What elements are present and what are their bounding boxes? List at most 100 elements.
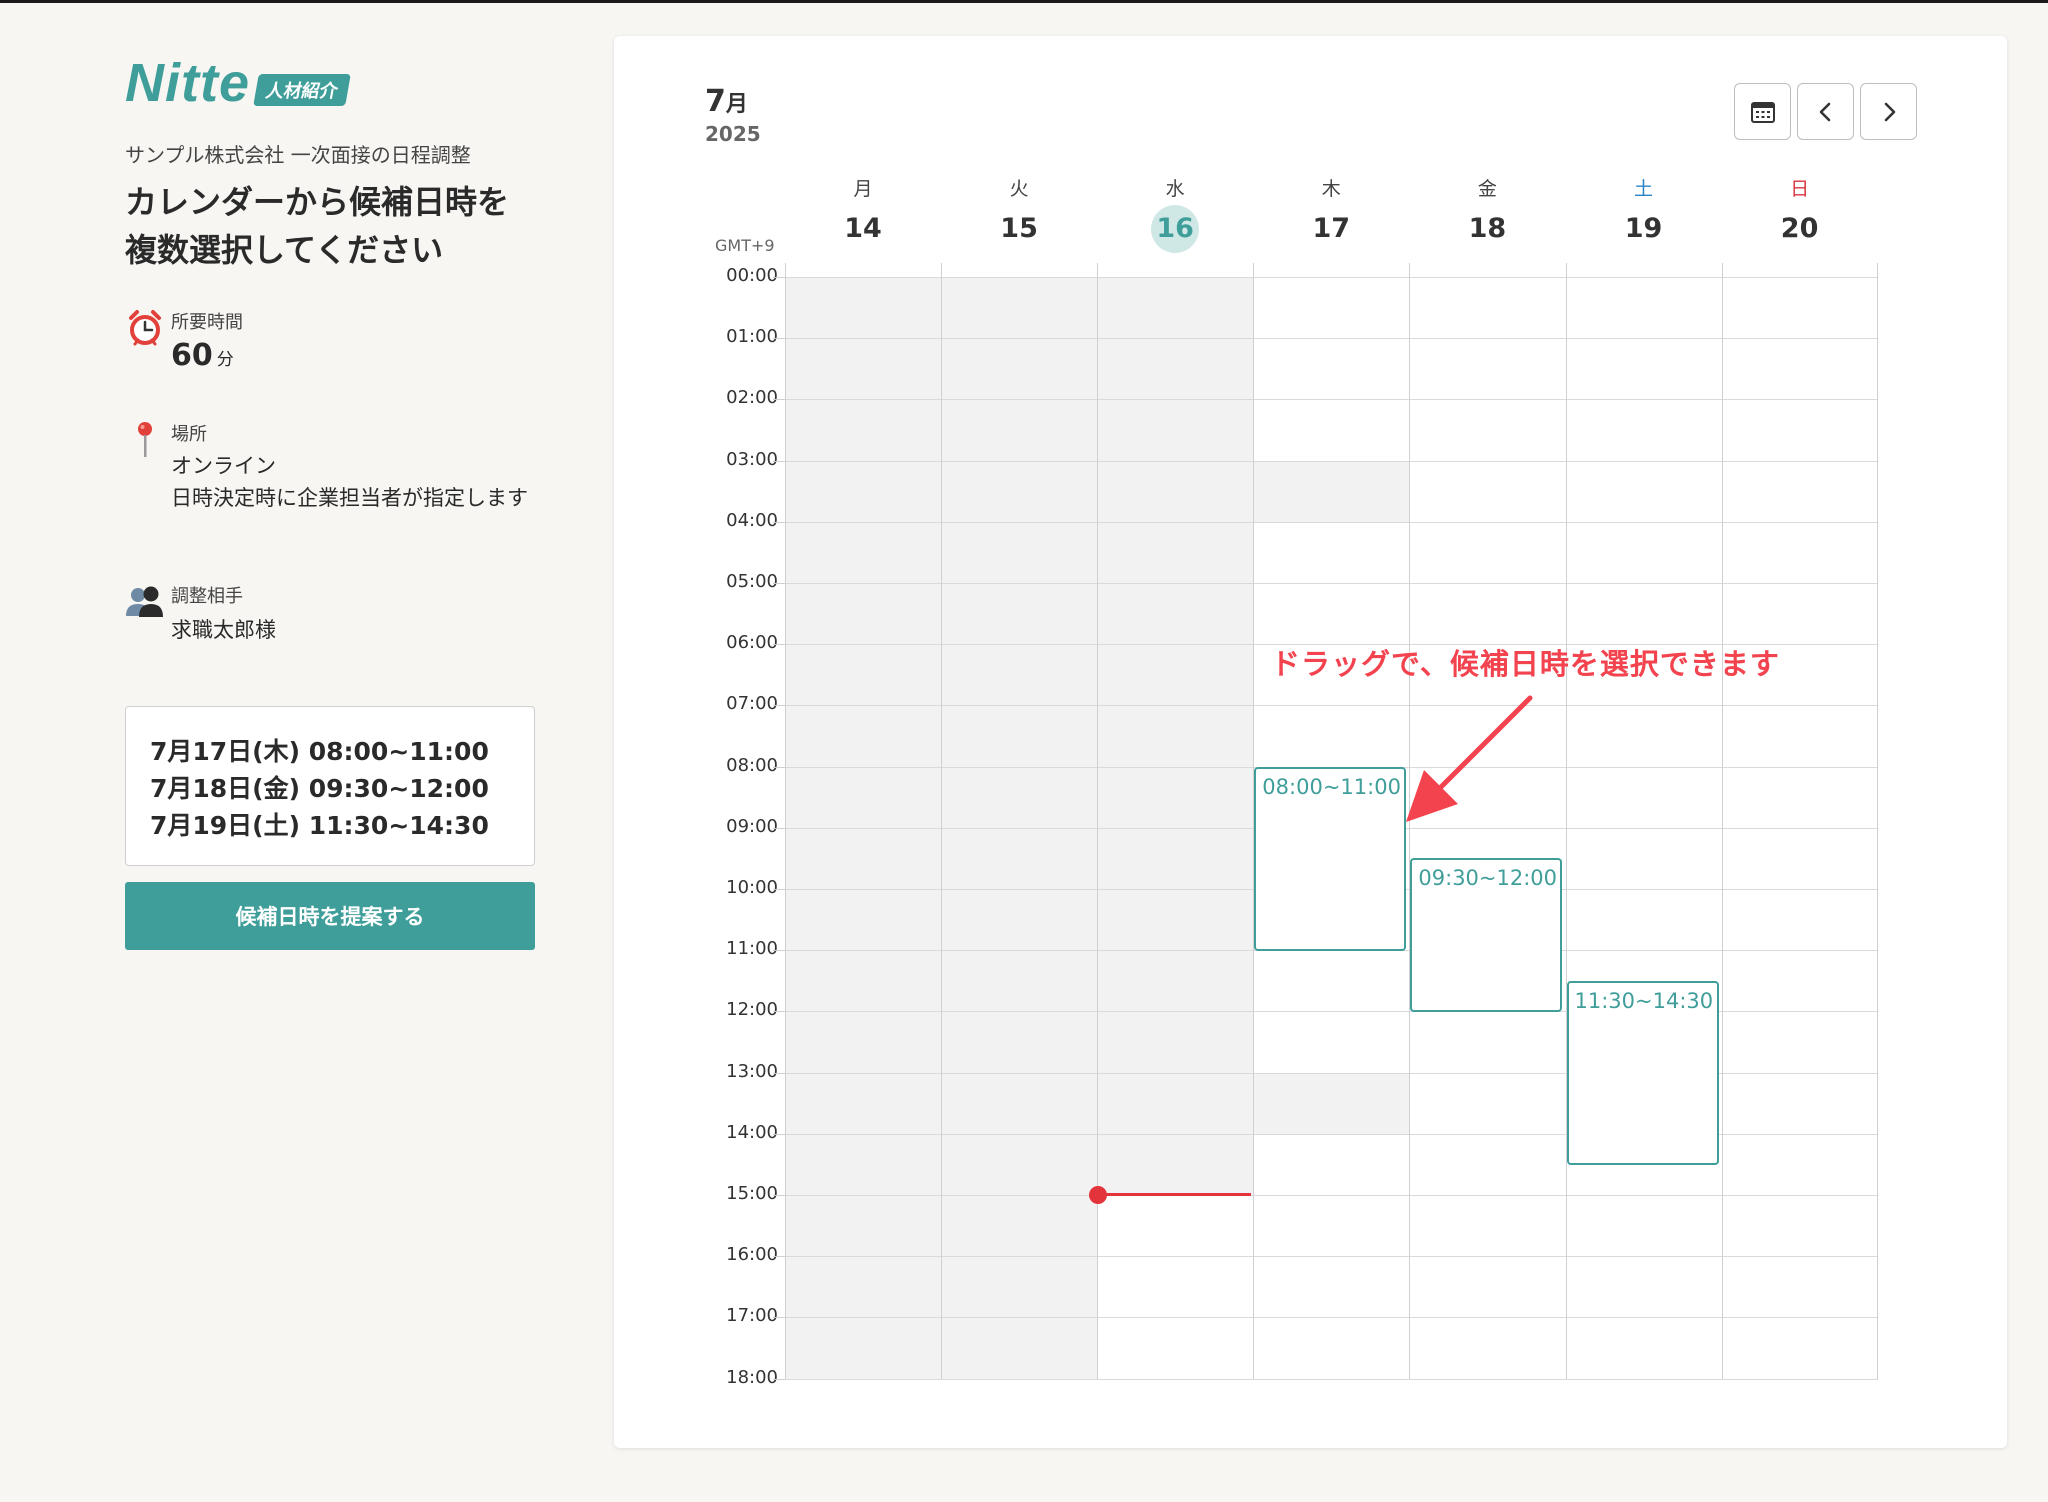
hour-tick xyxy=(773,1072,785,1074)
hour-gridline xyxy=(785,521,1878,523)
hour-tick xyxy=(773,950,785,952)
day-of-week-label: 日 xyxy=(1790,178,1810,200)
hour-label: 02:00 xyxy=(726,387,778,409)
duration-unit: 分 xyxy=(216,350,234,370)
hour-label: 09:00 xyxy=(726,815,778,837)
chevron-right-icon xyxy=(1884,102,1895,121)
window-top-edge xyxy=(0,0,2048,3)
location-type: オンライン xyxy=(171,454,276,478)
selected-time-slot[interactable]: 11:30~14:30 xyxy=(1566,980,1719,1166)
unavailable-block xyxy=(1097,277,1254,1195)
day-header-18: 金 18 xyxy=(1409,174,1565,253)
hour-label: 06:00 xyxy=(726,632,778,654)
page-title: カレンダーから候補日時を 複数選択してください xyxy=(125,178,535,274)
day-header-20: 日 20 xyxy=(1722,174,1878,253)
day-header-14: 月 14 xyxy=(785,174,941,253)
page-title-line-2: 複数選択してください xyxy=(125,231,444,269)
date-number[interactable]: 19 xyxy=(1620,205,1668,253)
hour-gridline xyxy=(785,277,1878,278)
day-gridline xyxy=(1097,263,1099,1379)
hour-label: 00:00 xyxy=(726,265,778,286)
selected-time-slot[interactable]: 09:30~12:00 xyxy=(1410,858,1563,1013)
hour-gridline xyxy=(785,1378,1878,1380)
duration-value: 60 分 xyxy=(171,340,234,376)
day-of-week-label: 月 xyxy=(853,178,873,200)
date-number[interactable]: 15 xyxy=(995,205,1043,253)
hour-label: 15:00 xyxy=(726,1183,778,1204)
hour-gridline xyxy=(785,338,1878,340)
day-gridline xyxy=(941,263,943,1379)
year-label: 2025 xyxy=(705,122,761,146)
hour-gridline xyxy=(785,1317,1878,1319)
unavailable-block xyxy=(1253,460,1410,522)
month-unit: 月 xyxy=(725,92,748,117)
hour-label: 10:00 xyxy=(726,877,778,898)
hour-label: 08:00 xyxy=(726,754,778,776)
day-of-week-label: 水 xyxy=(1165,178,1185,200)
hour-tick xyxy=(773,1195,785,1196)
hour-tick xyxy=(773,827,785,829)
hour-label: 04:00 xyxy=(726,509,778,531)
hour-gridline xyxy=(785,1256,1878,1258)
week-time-grid[interactable]: 08:00~11:00 09:30~12:00 11:30~14:30 xyxy=(773,263,1878,1380)
today-date-number[interactable]: 16 xyxy=(1151,205,1200,253)
timezone-label: GMT+9 xyxy=(715,236,775,255)
hour-tick xyxy=(773,338,785,340)
hour-gridline xyxy=(785,705,1878,707)
hour-label: 07:00 xyxy=(726,693,778,715)
hour-tick xyxy=(773,766,785,768)
hour-label: 03:00 xyxy=(726,448,778,470)
unavailable-block xyxy=(1253,1072,1410,1134)
day-gridline xyxy=(1877,263,1878,1379)
selected-time-slot[interactable]: 08:00~11:00 xyxy=(1254,766,1407,952)
current-time-dot xyxy=(1089,1186,1108,1204)
location-value: オンライン 日時決定時に企業担当者が指定します xyxy=(171,450,541,514)
drag-hint-annotation: ドラッグで、候補日時を選択できます xyxy=(1271,647,1780,681)
location-label: 場所 xyxy=(171,424,207,445)
day-of-week-label: 火 xyxy=(1009,178,1029,200)
day-gridline xyxy=(1565,263,1567,1379)
page-title-line-1: カレンダーから候補日時を xyxy=(125,183,510,221)
hour-gridline xyxy=(785,1195,1878,1196)
hour-tick xyxy=(773,1011,785,1013)
hour-tick xyxy=(773,705,785,707)
chevron-left-icon xyxy=(1819,102,1830,121)
hour-tick xyxy=(773,1378,785,1380)
hour-label: 17:00 xyxy=(726,1305,778,1327)
partner-value: 求職太郎様 xyxy=(171,618,276,642)
current-time-line xyxy=(1101,1193,1252,1196)
hour-tick xyxy=(773,521,785,523)
calendar-picker-button[interactable] xyxy=(1734,83,1791,140)
day-of-week-label: 土 xyxy=(1633,178,1653,200)
map-pin-icon xyxy=(138,422,152,457)
hour-tick xyxy=(773,1133,785,1135)
next-week-button[interactable] xyxy=(1860,83,1917,140)
hour-label: 13:00 xyxy=(726,1060,778,1082)
hour-tick xyxy=(773,399,785,401)
day-header-16: 水 16 xyxy=(1097,174,1253,253)
selected-slots-box: 7月17日(木) 08:00~11:00 7月18日(金) 09:30~12:0… xyxy=(125,706,535,866)
location-note: 日時決定時に企業担当者が指定します xyxy=(171,486,528,510)
date-number[interactable]: 20 xyxy=(1776,205,1824,253)
calendar-card: 7月 2025 月 14 火 15 水 16 木 17 金 18 土 19 日 20 GMT+9 00:0… xyxy=(614,36,2007,1448)
hour-tick xyxy=(773,644,785,646)
selected-slot: 7月19日(土) 11:30~14:30 xyxy=(150,811,489,840)
hour-label: 12:00 xyxy=(726,999,778,1021)
hour-tick xyxy=(773,277,785,278)
hour-tick xyxy=(773,1256,785,1258)
hour-label: 11:00 xyxy=(726,938,778,960)
hour-tick xyxy=(773,583,785,584)
day-header-19: 土 19 xyxy=(1566,174,1722,253)
day-gridline xyxy=(785,263,786,1379)
hour-gridline xyxy=(785,460,1878,462)
date-number[interactable]: 14 xyxy=(839,205,887,253)
duration-label: 所要時間 xyxy=(171,312,243,333)
day-gridline xyxy=(1721,263,1723,1379)
date-number[interactable]: 18 xyxy=(1463,205,1511,253)
month-label: 7月 xyxy=(705,84,748,119)
previous-week-button[interactable] xyxy=(1797,83,1854,140)
date-number[interactable]: 17 xyxy=(1307,205,1355,253)
hour-tick xyxy=(773,889,785,890)
logo-badge: 人材紹介 xyxy=(253,74,351,106)
propose-button[interactable]: 候補日時を提案する xyxy=(125,882,535,950)
